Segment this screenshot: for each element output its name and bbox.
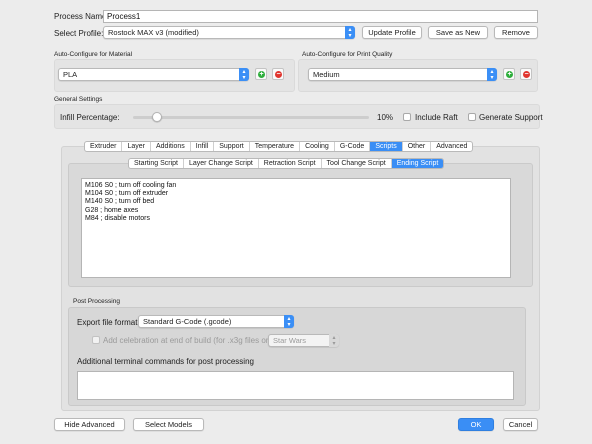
tab-cooling[interactable]: Cooling bbox=[300, 142, 335, 151]
remove-material-button[interactable]: − bbox=[272, 68, 284, 80]
tab-g-code[interactable]: G-Code bbox=[335, 142, 371, 151]
select-profile-label: Select Profile: bbox=[54, 29, 104, 38]
remove-profile-button[interactable]: Remove bbox=[494, 26, 538, 39]
quality-section-title: Auto-Configure for Print Quality bbox=[302, 51, 393, 58]
include-raft-checkbox[interactable] bbox=[403, 113, 411, 121]
chevron-updown-icon: ▴ ▾ bbox=[239, 68, 249, 81]
script-line: M106 S0 ; turn off cooling fan bbox=[85, 182, 177, 189]
generate-support-label: Generate Support bbox=[479, 113, 543, 122]
tab-additions[interactable]: Additions bbox=[151, 142, 191, 151]
script-line: G28 ; home axes bbox=[85, 206, 139, 214]
add-quality-button[interactable]: + bbox=[503, 68, 515, 80]
tab-infill[interactable]: Infill bbox=[191, 142, 215, 151]
ending-script-editor[interactable]: M106 S0 ; turn off cooling fan M104 S0 ;… bbox=[81, 178, 511, 278]
subtab-tool-change-script[interactable]: Tool Change Script bbox=[322, 159, 392, 168]
material-select-value: PLA bbox=[63, 70, 78, 79]
hide-advanced-button[interactable]: Hide Advanced bbox=[54, 418, 125, 431]
main-tab-bar: Extruder Layer Additions Infill Support … bbox=[84, 141, 474, 152]
profile-select[interactable]: Rostock MAX v3 (modified) ▴ ▾ bbox=[103, 26, 355, 39]
subtab-retraction-script[interactable]: Retraction Script bbox=[259, 159, 322, 168]
generate-support-checkbox[interactable] bbox=[468, 113, 476, 121]
infill-slider-thumb[interactable] bbox=[151, 112, 162, 122]
minus-icon: − bbox=[275, 71, 282, 78]
celebration-select-value: Star Wars bbox=[273, 336, 307, 345]
select-models-button[interactable]: Select Models bbox=[133, 418, 204, 431]
include-raft-label: Include Raft bbox=[415, 113, 458, 122]
tab-support[interactable]: Support bbox=[214, 142, 250, 151]
celebration-checkbox[interactable] bbox=[92, 336, 100, 344]
save-as-new-button[interactable]: Save as New bbox=[428, 26, 488, 39]
tab-scripts[interactable]: Scripts bbox=[370, 142, 403, 151]
script-line: M84 ; disable motors bbox=[85, 214, 150, 222]
export-format-select[interactable]: Standard G-Code (.gcode) ▴ ▾ bbox=[138, 315, 294, 328]
chevron-updown-icon: ▴ ▾ bbox=[345, 26, 355, 39]
post-processing-title: Post Processing bbox=[73, 298, 120, 305]
subtab-layer-change-script[interactable]: Layer Change Script bbox=[184, 159, 259, 168]
plus-icon: + bbox=[506, 71, 513, 78]
minus-icon: − bbox=[523, 71, 530, 78]
celebration-select[interactable]: Star Wars ▴ ▾ bbox=[268, 334, 339, 347]
subtab-starting-script[interactable]: Starting Script bbox=[129, 159, 184, 168]
profile-select-value: Rostock MAX v3 (modified) bbox=[108, 28, 199, 37]
terminal-commands-label: Additional terminal commands for post pr… bbox=[77, 357, 254, 366]
subtab-ending-script[interactable]: Ending Script bbox=[391, 159, 444, 168]
process-name-input[interactable]: Process1 bbox=[103, 10, 538, 23]
export-format-label: Export file format bbox=[77, 318, 138, 327]
general-section-title: General Settings bbox=[54, 96, 103, 103]
ok-button[interactable]: OK bbox=[458, 418, 494, 431]
cancel-button[interactable]: Cancel bbox=[503, 418, 538, 431]
quality-select-value: Medium bbox=[313, 70, 340, 79]
infill-label: Infill Percentage: bbox=[60, 113, 120, 122]
infill-slider-track[interactable] bbox=[133, 116, 369, 119]
update-profile-button[interactable]: Update Profile bbox=[362, 26, 422, 39]
quality-select[interactable]: Medium ▴ ▾ bbox=[308, 68, 497, 81]
tab-layer[interactable]: Layer bbox=[122, 142, 151, 151]
script-line: M140 S0 ; turn off bed bbox=[85, 198, 155, 206]
terminal-commands-input[interactable] bbox=[77, 371, 514, 400]
add-material-button[interactable]: + bbox=[255, 68, 267, 80]
process-name-label: Process Name: bbox=[54, 12, 109, 21]
tab-extruder[interactable]: Extruder bbox=[85, 142, 123, 151]
chevron-updown-icon: ▴ ▾ bbox=[284, 315, 294, 328]
material-section-title: Auto-Configure for Material bbox=[54, 51, 133, 58]
script-subtab-bar: Starting Script Layer Change Script Retr… bbox=[128, 158, 445, 169]
tab-temperature[interactable]: Temperature bbox=[250, 142, 301, 151]
material-select[interactable]: PLA ▴ ▾ bbox=[58, 68, 249, 81]
celebration-label: Add celebration at end of build (for .x3… bbox=[103, 336, 279, 345]
plus-icon: + bbox=[258, 71, 265, 78]
chevron-updown-icon: ▴ ▾ bbox=[487, 68, 497, 81]
infill-value: 10% bbox=[377, 113, 394, 122]
chevron-updown-icon: ▴ ▾ bbox=[329, 334, 339, 347]
remove-quality-button[interactable]: − bbox=[520, 68, 532, 80]
export-format-value: Standard G-Code (.gcode) bbox=[143, 317, 232, 326]
tab-other[interactable]: Other bbox=[403, 142, 432, 151]
tab-advanced[interactable]: Advanced bbox=[431, 142, 472, 151]
script-line: M104 S0 ; turn off extruder bbox=[85, 190, 169, 198]
